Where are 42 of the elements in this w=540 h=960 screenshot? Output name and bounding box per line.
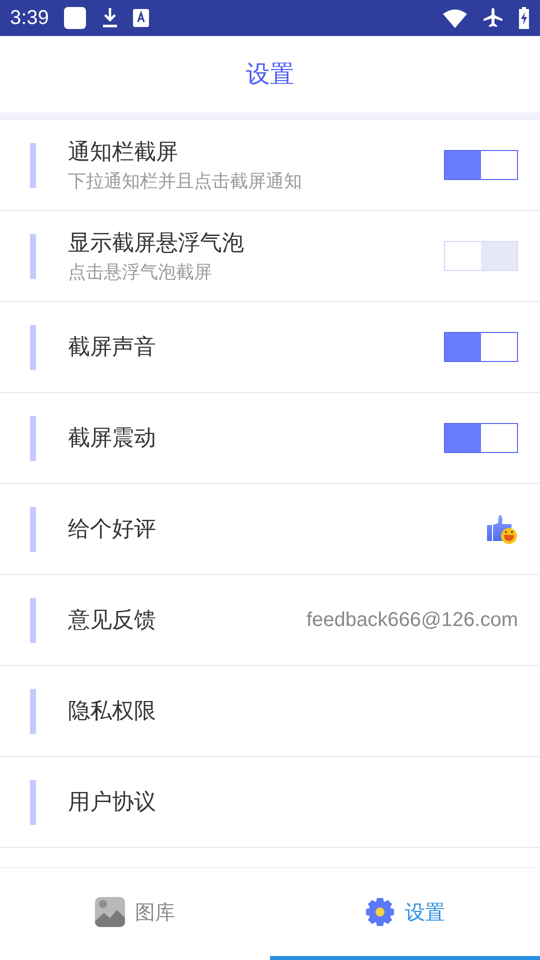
accent-bar: [30, 506, 36, 552]
airplane-icon: [482, 7, 504, 29]
settings-row[interactable]: 通知栏截屏 下拉通知栏并且点击截屏通知: [0, 120, 540, 211]
download-icon: [100, 7, 119, 29]
setting-title: 用户协议: [68, 789, 157, 817]
accent-bar: [30, 416, 36, 460]
keyboard-icon: [132, 9, 149, 27]
settings-row[interactable]: 截屏震动: [0, 393, 540, 484]
accent-bar: [30, 598, 36, 642]
settings-row[interactable]: 截屏声音: [0, 302, 540, 393]
accent-bar: [30, 142, 36, 188]
settings-row[interactable]: 意见反馈 feedback666@126.com: [0, 575, 540, 666]
image-icon: [95, 897, 125, 927]
settings-row[interactable]: 显示截屏悬浮气泡 点击悬浮气泡截屏: [0, 211, 540, 302]
page-title: 设置: [246, 59, 294, 90]
accent-bar: [30, 324, 36, 370]
toggle-switch[interactable]: [444, 150, 518, 180]
thumbs-up-icon: [486, 513, 518, 545]
settings-row[interactable]: 用户协议: [0, 757, 540, 848]
settings-row[interactable]: 隐私权限: [0, 666, 540, 757]
setting-title: 显示截屏悬浮气泡: [68, 230, 245, 258]
setting-title: 截屏声音: [68, 334, 157, 362]
setting-title: 隐私权限: [68, 698, 157, 726]
battery-icon: [518, 7, 530, 29]
bottom-tab[interactable]: 图库: [0, 868, 270, 960]
toggle-switch[interactable]: [444, 332, 518, 362]
accent-bar: [30, 780, 36, 824]
wifi-icon: [442, 8, 468, 28]
setting-title: 给个好评: [68, 516, 157, 544]
feedback-email[interactable]: feedback666@126.com: [306, 608, 518, 632]
setting-title: 意见反馈: [68, 607, 157, 635]
toggle-switch[interactable]: [444, 423, 518, 453]
app-notification-icon: [62, 6, 87, 30]
accent-bar: [30, 688, 36, 734]
gear-icon: [365, 897, 395, 927]
settings-row[interactable]: 给个好评: [0, 484, 540, 575]
accent-bar: [30, 234, 36, 278]
setting-title: 截屏震动: [68, 425, 157, 453]
status-time: 3:39: [10, 6, 49, 30]
setting-subtitle: 下拉通知栏并且点击截屏通知: [68, 170, 303, 193]
setting-title: 通知栏截屏: [68, 139, 179, 167]
setting-subtitle: 点击悬浮气泡截屏: [68, 261, 213, 284]
